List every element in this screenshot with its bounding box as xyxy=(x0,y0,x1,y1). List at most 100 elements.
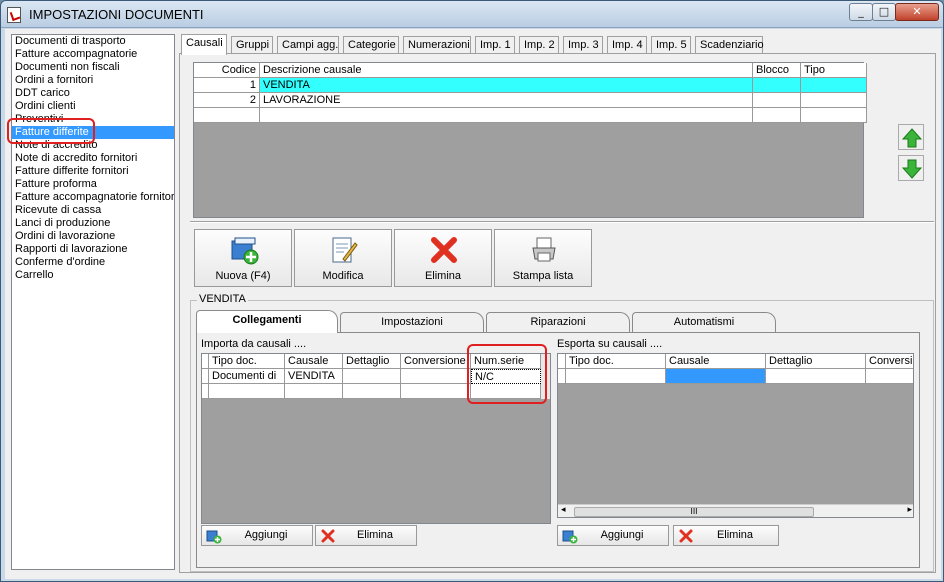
inner-tab-collegamenti[interactable]: Collegamenti xyxy=(196,310,338,333)
tab-imp-2[interactable]: Imp. 2 xyxy=(519,36,559,54)
row-selector[interactable] xyxy=(202,384,209,399)
tab-imp-3[interactable]: Imp. 3 xyxy=(563,36,603,54)
edit-button[interactable]: Modifica xyxy=(294,229,392,287)
column-header[interactable]: Blocco xyxy=(753,63,801,78)
tab-imp-4[interactable]: Imp. 4 xyxy=(607,36,647,54)
importa-add-button[interactable]: Aggiungi xyxy=(201,525,313,546)
new-row-code[interactable] xyxy=(194,108,260,123)
column-header[interactable]: Dettaglio xyxy=(766,354,866,369)
tab-campi-agg[interactable]: Campi agg. xyxy=(277,36,339,54)
delete-x-icon xyxy=(431,237,457,263)
new-button-label: Nuova (F4) xyxy=(215,270,271,282)
doc-type-item[interactable]: Ordini di lavorazione xyxy=(12,230,174,243)
doc-type-item[interactable]: Rapporti di lavorazione xyxy=(12,243,174,256)
inner-tab-automatismi[interactable]: Automatismi xyxy=(632,312,776,333)
new-row-cell[interactable] xyxy=(285,384,343,399)
column-header[interactable]: Conversione xyxy=(401,354,471,369)
doc-type-item[interactable]: DDT carico xyxy=(12,87,174,100)
new-row-description[interactable] xyxy=(260,108,753,123)
row-selector[interactable] xyxy=(202,369,209,384)
scroll-right-arrow[interactable]: ▸ xyxy=(907,505,912,515)
export-dettaglio[interactable] xyxy=(766,369,866,384)
column-header[interactable]: Causale xyxy=(666,354,766,369)
new-row-blocco[interactable] xyxy=(753,108,801,123)
causale-description[interactable]: LAVORAZIONE xyxy=(260,93,753,108)
arrow-down-icon xyxy=(902,159,922,179)
new-row-cell[interactable] xyxy=(209,384,285,399)
esporta-delete-label: Elimina xyxy=(716,529,754,541)
esporta-add-button[interactable]: Aggiungi xyxy=(557,525,669,546)
esporta-grid[interactable]: Tipo doc. Causale Dettaglio Conversi ◂ I… xyxy=(557,353,914,518)
scroll-left-arrow[interactable]: ◂ xyxy=(561,505,566,515)
tab-scadenziario[interactable]: Scadenziario xyxy=(695,36,764,54)
column-header[interactable]: Tipo doc. xyxy=(209,354,285,369)
doc-type-item[interactable]: Fatture differite fornitori xyxy=(12,165,174,178)
doc-type-item[interactable]: Ricevute di cassa xyxy=(12,204,174,217)
doc-type-item[interactable]: Documenti di trasporto xyxy=(12,35,174,48)
doc-type-item[interactable]: Fatture accompagnatorie fornitori xyxy=(12,191,174,204)
new-document-icon xyxy=(231,237,259,265)
column-header[interactable]: Causale xyxy=(285,354,343,369)
importa-delete-button[interactable]: Elimina xyxy=(315,525,417,546)
column-header[interactable]: Conversi xyxy=(866,354,913,369)
close-button[interactable]: ✕ xyxy=(895,3,939,21)
scroll-thumb[interactable]: III xyxy=(574,507,814,517)
tab-causali[interactable]: Causali xyxy=(181,34,227,55)
new-button[interactable]: Nuova (F4) xyxy=(194,229,292,287)
doc-type-item[interactable]: Lanci di produzione xyxy=(12,217,174,230)
tab-categorie[interactable]: Categorie xyxy=(343,36,399,54)
new-row-cell[interactable] xyxy=(343,384,401,399)
maximize-button[interactable]: □ xyxy=(872,3,896,21)
doc-type-item[interactable]: Ordini a fornitori xyxy=(12,74,174,87)
move-up-button[interactable] xyxy=(898,124,924,150)
importa-delete-label: Elimina xyxy=(356,529,394,541)
column-header[interactable]: Descrizione causale xyxy=(260,63,753,78)
causali-grid[interactable]: Codice Descrizione causale Blocco Tipo 1… xyxy=(193,62,867,218)
doc-type-item[interactable]: Carrello xyxy=(12,269,174,282)
column-header[interactable]: Codice xyxy=(194,63,260,78)
import-causale[interactable]: VENDITA xyxy=(285,369,343,384)
causale-tipo[interactable] xyxy=(801,78,867,93)
doc-type-item[interactable]: Note di accredito fornitori xyxy=(12,152,174,165)
tab-numerazioni[interactable]: Numerazioni xyxy=(403,36,471,54)
tab-imp-5[interactable]: Imp. 5 xyxy=(651,36,691,54)
printer-icon xyxy=(532,237,556,262)
doc-type-item[interactable]: Ordini clienti xyxy=(12,100,174,113)
row-selector[interactable] xyxy=(558,369,566,384)
print-list-button[interactable]: Stampa lista xyxy=(494,229,592,287)
causale-code[interactable]: 1 xyxy=(194,78,260,93)
new-row-tipo[interactable] xyxy=(801,108,867,123)
causale-blocco[interactable] xyxy=(753,93,801,108)
column-header[interactable]: Tipo xyxy=(801,63,867,78)
export-tipo-doc[interactable] xyxy=(566,369,666,384)
export-causale[interactable] xyxy=(666,369,766,384)
new-row-cell[interactable] xyxy=(401,384,471,399)
tab-imp-1[interactable]: Imp. 1 xyxy=(475,36,515,54)
row-selector-header xyxy=(558,354,566,369)
importa-add-label: Aggiungi xyxy=(244,529,288,541)
move-down-button[interactable] xyxy=(898,155,924,181)
inner-tab-impostazioni[interactable]: Impostazioni xyxy=(340,312,484,333)
esporta-horizontal-scrollbar[interactable]: ◂ III ▸ xyxy=(558,504,913,517)
scroll-thumb-grip: III xyxy=(690,507,698,516)
import-conversione[interactable] xyxy=(401,369,471,384)
inner-tab-riparazioni[interactable]: Riparazioni xyxy=(486,312,630,333)
causale-code[interactable]: 2 xyxy=(194,93,260,108)
column-header[interactable]: Tipo doc. xyxy=(566,354,666,369)
causale-tipo[interactable] xyxy=(801,93,867,108)
delete-button[interactable]: Elimina xyxy=(394,229,492,287)
doc-type-item[interactable]: Fatture accompagnatorie xyxy=(12,48,174,61)
import-dettaglio[interactable] xyxy=(343,369,401,384)
minimize-button[interactable]: _ xyxy=(849,3,873,21)
column-header[interactable]: Dettaglio xyxy=(343,354,401,369)
doc-type-item[interactable]: Documenti non fiscali xyxy=(12,61,174,74)
esporta-delete-button[interactable]: Elimina xyxy=(673,525,779,546)
causale-blocco[interactable] xyxy=(753,78,801,93)
doc-type-item[interactable]: Conferme d'ordine xyxy=(12,256,174,269)
causale-description[interactable]: VENDITA xyxy=(260,78,753,93)
import-tipo-doc[interactable]: Documenti di xyxy=(209,369,285,384)
doc-type-item[interactable]: Fatture proforma xyxy=(12,178,174,191)
export-conversione[interactable] xyxy=(866,369,913,384)
doc-type-list[interactable]: Documenti di trasporto Fatture accompagn… xyxy=(11,34,175,570)
tab-gruppi[interactable]: Gruppi xyxy=(231,36,273,54)
